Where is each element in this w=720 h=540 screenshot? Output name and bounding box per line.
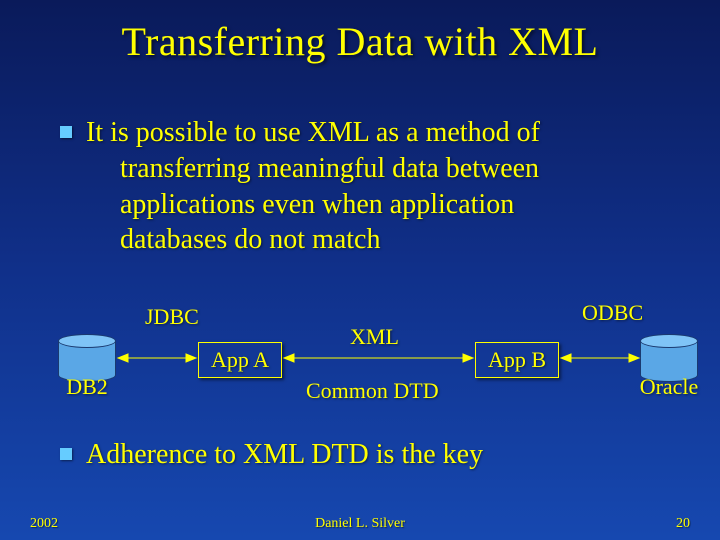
arrow-db2-to-appa-icon (116, 348, 198, 368)
app-b-box: App B (475, 342, 559, 378)
arrow-appb-to-oracle-icon (559, 348, 641, 368)
diagram: DB2 JDBC App A XML Common DTD App B ODBC… (0, 290, 720, 420)
app-a-box: App A (198, 342, 282, 378)
bullet-square-icon (60, 448, 72, 460)
bullet-1-line2: transferring meaningful data between (120, 151, 670, 187)
bullet-1-line3: applications even when application (120, 187, 670, 223)
conn-left-label: JDBC (145, 304, 199, 330)
cylinder-db2-icon: DB2 (58, 334, 116, 382)
bullet-1: It is possible to use XML as a method of… (60, 115, 670, 258)
footer-author: Daniel L. Silver (315, 516, 405, 532)
common-dtd-label: Common DTD (306, 378, 439, 404)
conn-right-label: ODBC (582, 300, 643, 326)
slide: Transferring Data with XML It is possibl… (0, 0, 720, 540)
slide-title: Transferring Data with XML (0, 18, 720, 65)
bullet-1-line1: It is possible to use XML as a method of (86, 117, 540, 148)
cylinder-oracle-icon: Oracle (640, 334, 698, 382)
footer-year: 2002 (30, 516, 58, 532)
db-right-label: Oracle (640, 374, 699, 400)
xml-label: XML (350, 324, 399, 350)
db-left-label: DB2 (66, 374, 108, 400)
bullet-1-line4: databases do not match (120, 222, 670, 258)
bullet-2: Adherence to XML DTD is the key (60, 437, 670, 473)
footer-page-number: 20 (676, 516, 690, 532)
bullet-square-icon (60, 126, 72, 138)
bullet-2-text: Adherence to XML DTD is the key (86, 439, 483, 470)
arrow-appa-to-appb-icon (282, 348, 475, 368)
